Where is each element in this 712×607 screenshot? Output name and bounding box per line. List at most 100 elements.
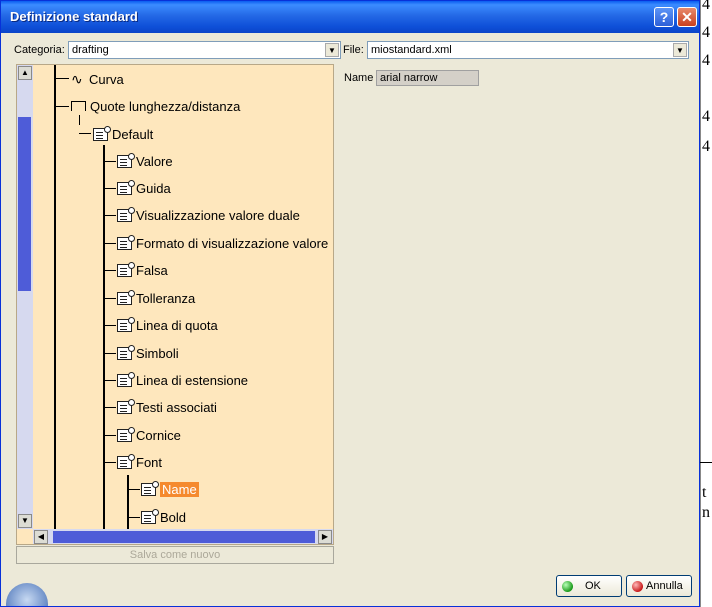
- background-digit: n: [702, 504, 710, 521]
- ok-button-label: OK: [585, 580, 601, 592]
- file-value: miostandard.xml: [371, 44, 452, 56]
- tree-line: [79, 115, 80, 125]
- tree-node-label: Visualizzazione valore duale: [136, 207, 300, 223]
- tree-node-label: Simboli: [136, 345, 179, 361]
- tree-line: [54, 65, 56, 529]
- tree-line: [104, 380, 116, 381]
- name-value-field[interactable]: arial narrow: [376, 70, 479, 86]
- tree-line: [55, 106, 69, 107]
- title-bar[interactable]: Definizione standard ? ✕: [1, 1, 699, 33]
- tree-node-name[interactable]: Name: [141, 479, 199, 499]
- tree-line: [104, 407, 116, 408]
- tree-node-bold[interactable]: Bold: [141, 507, 186, 527]
- vertical-scroll-thumb[interactable]: [18, 117, 31, 291]
- file-select[interactable]: miostandard.xml ▼: [367, 41, 689, 59]
- curve-icon: ∿: [71, 70, 83, 87]
- document-icon: [117, 316, 135, 332]
- tree-line: [104, 161, 116, 162]
- tree-line: [104, 243, 116, 244]
- chevron-down-icon[interactable]: ▼: [325, 43, 339, 57]
- document-icon: [117, 398, 135, 414]
- tree-node-label: Cornice: [136, 427, 181, 443]
- tree-line: [104, 462, 116, 463]
- red-light-icon: [632, 580, 643, 592]
- scroll-up-button[interactable]: ▲: [18, 66, 32, 80]
- cancel-button[interactable]: Annulla: [626, 575, 692, 597]
- tree-node-label: Valore: [136, 153, 173, 169]
- tree-line: [127, 475, 129, 529]
- help-icon: ?: [659, 9, 669, 25]
- document-icon: [93, 125, 111, 141]
- tree-node-simboli[interactable]: Simboli: [117, 343, 179, 363]
- document-icon: [117, 206, 135, 222]
- document-icon: [117, 426, 135, 442]
- scroll-left-button[interactable]: ◀: [34, 530, 48, 544]
- file-label: File:: [343, 44, 364, 56]
- tree-node-dimension-line[interactable]: Linea di quota: [117, 315, 218, 335]
- tree-node-length-distance-dimensions[interactable]: Quote lunghezza/distanza: [71, 96, 240, 116]
- tree-node-value-display-format[interactable]: Formato di visualizzazione valore: [117, 233, 328, 253]
- tree-node-label: Linea di estensione: [136, 372, 249, 388]
- document-icon: [141, 480, 159, 496]
- document-icon: [117, 453, 135, 469]
- tree-node-label: Quote lunghezza/distanza: [90, 98, 241, 114]
- standards-tree[interactable]: ▲ ▼ ◀ ▶ ∿ Curva Quote lunghezza/distanza…: [16, 64, 334, 545]
- tree-node-tolleranza[interactable]: Tolleranza: [117, 288, 195, 308]
- category-value: drafting: [72, 44, 109, 56]
- category-select[interactable]: drafting ▼: [68, 41, 341, 59]
- tree-node-cornice[interactable]: Cornice: [117, 425, 181, 445]
- tree-line: [128, 517, 140, 518]
- tree-line: [55, 78, 69, 79]
- window-title: Definizione standard: [10, 9, 138, 24]
- tree-node-label: Curva: [89, 71, 124, 87]
- tree-line: [128, 489, 140, 490]
- vertical-scrollbar[interactable]: ▲ ▼: [17, 65, 33, 529]
- category-label: Categoria:: [14, 44, 65, 56]
- tree-node-guida[interactable]: Guida: [117, 178, 171, 198]
- document-icon: [117, 152, 135, 168]
- close-button[interactable]: ✕: [677, 7, 697, 27]
- tree-node-valore[interactable]: Valore: [117, 151, 173, 171]
- tree-node-label: Testi associati: [136, 399, 217, 415]
- horizontal-scroll-thumb[interactable]: [53, 531, 315, 543]
- tree-node-curva[interactable]: ∿ Curva: [71, 69, 124, 89]
- tree-node-label: Guida: [136, 180, 171, 196]
- document-icon: [117, 179, 135, 195]
- tree-line: [104, 188, 116, 189]
- tree-line: [104, 298, 116, 299]
- tree-node-associated-texts[interactable]: Testi associati: [117, 397, 217, 417]
- help-button[interactable]: ?: [654, 7, 674, 27]
- tree-node-falsa[interactable]: Falsa: [117, 260, 168, 280]
- green-light-icon: [562, 580, 573, 592]
- tree-node-dual-value-display[interactable]: Visualizzazione valore duale: [117, 205, 300, 225]
- tree-node-label: Falsa: [136, 262, 168, 278]
- tree-line: [104, 215, 116, 216]
- scroll-right-button[interactable]: ▶: [318, 530, 332, 544]
- save-as-new-button[interactable]: Salva come nuovo: [16, 546, 334, 564]
- horizontal-scrollbar[interactable]: ◀ ▶: [33, 529, 333, 544]
- scroll-down-button[interactable]: ▼: [18, 514, 32, 528]
- tree-node-label: Formato di visualizzazione valore: [136, 235, 329, 251]
- dimension-icon: [71, 101, 86, 111]
- tree-node-label: Tolleranza: [136, 290, 196, 306]
- background-digit: t: [702, 484, 707, 501]
- name-label: Name: [344, 72, 374, 84]
- tree-line: [103, 145, 105, 529]
- tree-line: [104, 353, 116, 354]
- tree-node-default[interactable]: Default: [93, 124, 153, 144]
- tree-node-label-selected: Name: [160, 481, 199, 497]
- tree-node-font[interactable]: Font: [117, 452, 162, 472]
- tree-line: [79, 133, 91, 134]
- tree-node-extension-line[interactable]: Linea di estensione: [117, 370, 248, 390]
- background-digit: 4: [702, 108, 710, 125]
- chevron-down-icon[interactable]: ▼: [673, 43, 687, 57]
- standard-definition-dialog: Definizione standard ? ✕ Categoria: draf…: [0, 0, 700, 607]
- document-icon: [141, 508, 159, 524]
- background-line: [700, 462, 712, 463]
- background-digit: 4: [702, 52, 710, 69]
- document-icon: [117, 289, 135, 305]
- tree-node-label: Linea di quota: [136, 317, 218, 333]
- ok-button[interactable]: OK: [556, 575, 622, 597]
- tree-line: [104, 270, 116, 271]
- close-icon: ✕: [681, 9, 693, 25]
